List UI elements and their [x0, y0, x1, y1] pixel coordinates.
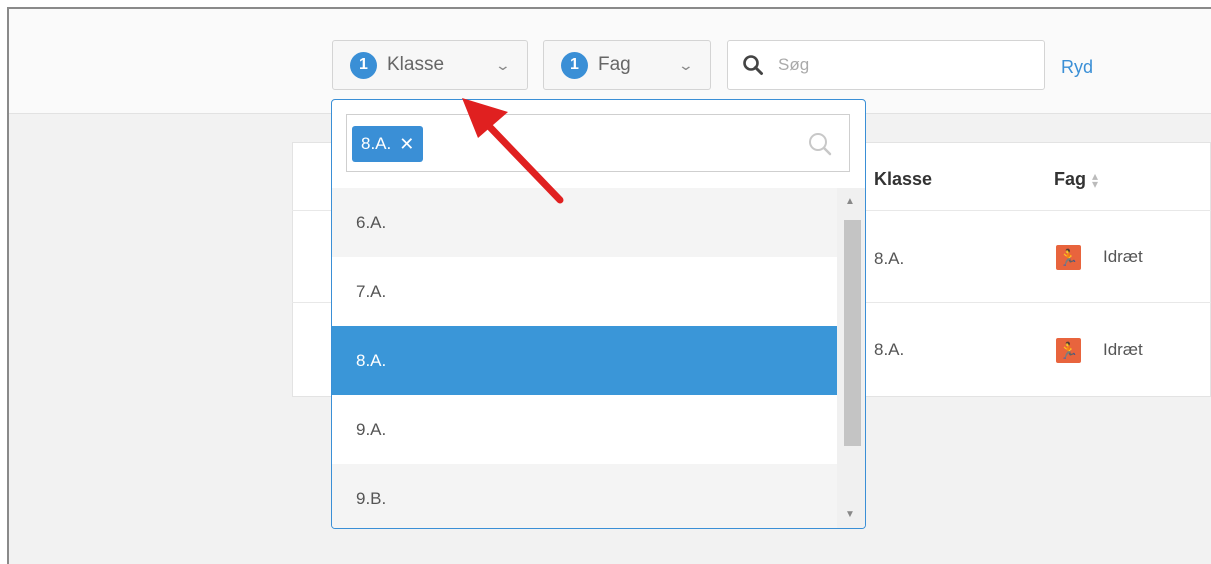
fag-filter-label: Fag	[598, 54, 631, 75]
selected-tag-label: 8.A.	[361, 134, 392, 153]
sort-icon: ▴ ▾	[1092, 169, 1099, 192]
running-person-icon: 🏃	[1056, 245, 1081, 270]
dropdown-scrollbar[interactable]: ▲ ▼	[837, 188, 865, 528]
dropdown-search-field[interactable]: 8.A. ✕	[346, 114, 850, 172]
dropdown-option[interactable]: 6.A.	[332, 188, 837, 257]
table-cell-fag: Idræt	[1103, 340, 1143, 359]
table-cell-klasse: 8.A.	[874, 340, 905, 359]
table-cell-fag: Idræt	[1103, 247, 1143, 266]
dropdown-option-list: 6.A. 7.A. 8.A. 9.A. 9.B.	[332, 188, 837, 528]
scrollbar-thumb[interactable]	[844, 220, 861, 446]
column-header-fag[interactable]: Fag ▴ ▾	[1054, 169, 1098, 190]
klasse-filter-button[interactable]: 1 Klasse ⌄	[332, 40, 528, 90]
dropdown-option[interactable]: 9.A.	[332, 395, 837, 464]
search-icon	[809, 133, 832, 156]
dropdown-option[interactable]: 9.B.	[332, 464, 837, 528]
scroll-down-arrow-icon[interactable]: ▼	[845, 509, 855, 520]
klasse-filter-count-badge: 1	[350, 51, 377, 79]
fag-filter-button[interactable]: 1 Fag ⌄	[543, 40, 711, 90]
selected-tag: 8.A. ✕	[352, 126, 424, 162]
table-cell-klasse: 8.A.	[874, 249, 905, 268]
dropdown-option-selected[interactable]: 8.A.	[332, 326, 837, 395]
running-person-icon: 🏃	[1056, 338, 1081, 363]
search-input[interactable]	[776, 54, 1020, 76]
column-header-klasse[interactable]: Klasse	[874, 169, 932, 190]
dropdown-option[interactable]: 7.A.	[332, 257, 837, 326]
search-field[interactable]	[727, 40, 1045, 90]
klasse-dropdown: 8.A. ✕ 6.A. 7.A. 8.A. 9.A. 9.B. ▲ ▼	[331, 99, 866, 529]
search-icon	[743, 55, 763, 75]
close-icon[interactable]: ✕	[399, 134, 414, 155]
scroll-up-arrow-icon[interactable]: ▲	[845, 196, 855, 207]
app-frame: 1 Klasse ⌄ 1 Fag ⌄ Ryd Klasse Fag▴▾ 8.A.…	[7, 7, 1211, 564]
clear-filters-link[interactable]: Ryd	[1061, 57, 1093, 78]
chevron-down-icon: ⌄	[494, 56, 512, 73]
chevron-down-icon: ⌄	[677, 56, 695, 73]
fag-filter-count-badge: 1	[561, 51, 588, 79]
column-header-fag-label: Fag	[1054, 169, 1087, 189]
klasse-filter-label: Klasse	[387, 54, 445, 75]
